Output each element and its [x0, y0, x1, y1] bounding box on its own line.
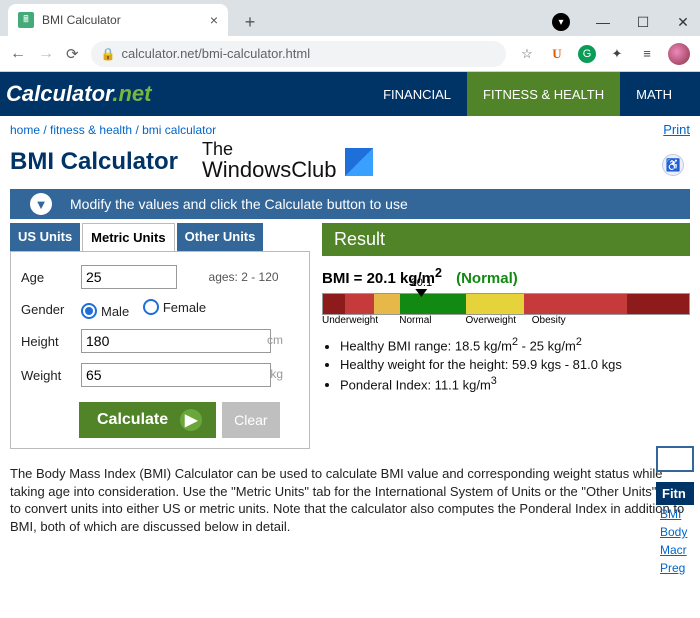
gender-female-radio[interactable]: Female [143, 299, 206, 315]
bullet-healthy-weight: Healthy weight for the height: 59.9 kgs … [340, 357, 690, 372]
result-heading: Result [322, 223, 690, 256]
bookmark-star-icon[interactable]: ☆ [518, 45, 536, 63]
weight-unit: kg [270, 367, 283, 381]
crumb-fitness[interactable]: fitness & health [50, 123, 132, 137]
extensions-icon[interactable]: ✦ [608, 45, 626, 63]
age-hint: ages: 2 - 120 [207, 260, 301, 294]
windowsclub-square-icon [345, 148, 373, 176]
result-column: Result BMI = 20.1 kg/m2 (Normal) 20.1 Un… [322, 223, 690, 449]
url-text: calculator.net/bmi-calculator.html [122, 46, 311, 61]
ext-grammarly-icon[interactable]: G [578, 45, 596, 63]
breadcrumb: home / fitness & health / bmi calculator [10, 123, 216, 137]
weight-input[interactable] [81, 363, 271, 387]
form-box: Age ages: 2 - 120 Gender Male Female Hei… [10, 251, 310, 449]
page-title: BMI Calculator [10, 148, 178, 176]
main-nav: FINANCIAL FITNESS & HEALTH MATH [367, 72, 688, 116]
rail-box[interactable] [656, 446, 694, 472]
crumb-bmi[interactable]: bmi calculator [142, 123, 216, 137]
url-field[interactable]: 🔒 calculator.net/bmi-calculator.html [91, 41, 506, 67]
tab-us-units[interactable]: US Units [10, 223, 80, 251]
bmi-readout: BMI = 20.1 kg/m2 (Normal) [322, 266, 690, 287]
weight-label: Weight [19, 358, 79, 392]
calculate-button[interactable]: Calculate ▶ [79, 402, 216, 438]
profile-avatar[interactable] [668, 43, 690, 65]
nav-math[interactable]: MATH [620, 72, 688, 116]
rail-link-bmi[interactable]: BMI [656, 505, 694, 523]
age-label: Age [19, 260, 79, 294]
instruction-bar: ▼ Modify the values and click the Calcul… [10, 189, 690, 219]
close-window-icon[interactable]: ✕ [676, 15, 690, 29]
overlay-watermark: The WindowsClub [202, 141, 373, 183]
clear-button[interactable]: Clear [222, 402, 279, 438]
play-icon: ▶ [180, 409, 202, 431]
close-tab-icon[interactable]: × [210, 12, 218, 28]
back-button[interactable]: ← [10, 45, 26, 63]
nav-financial[interactable]: FINANCIAL [367, 72, 467, 116]
minimize-icon[interactable]: — [596, 15, 610, 29]
tab-title: BMI Calculator [42, 13, 202, 27]
gauge-label-underweight: Underweight [322, 315, 399, 326]
right-rail: Fitn BMI Body Macr Preg [656, 446, 694, 577]
nav-fitness-health[interactable]: FITNESS & HEALTH [467, 72, 620, 116]
tab-favicon: 🖩 [18, 12, 34, 28]
height-input[interactable] [81, 329, 271, 353]
bmi-pointer: 20.1 [411, 277, 432, 297]
bmi-gauge: 20.1 Underweight Normal Overweight Obesi… [322, 293, 690, 326]
reload-button[interactable]: ⟳ [66, 45, 79, 63]
rail-link-macro[interactable]: Macr [656, 541, 694, 559]
breadcrumb-row: home / fitness & health / bmi calculator… [0, 116, 700, 139]
site-header: Calculator.net FINANCIAL FITNESS & HEALT… [0, 72, 700, 116]
gender-male-radio[interactable]: Male [81, 303, 129, 319]
ext-ublock-icon[interactable]: U [548, 45, 566, 63]
browser-tab[interactable]: 🖩 BMI Calculator × [8, 4, 228, 36]
forward-button[interactable]: → [38, 45, 54, 63]
heading-row: BMI Calculator The WindowsClub [0, 139, 700, 189]
gauge-label-normal: Normal [399, 315, 465, 326]
input-column: US Units Metric Units Other Units Age ag… [10, 223, 310, 449]
address-bar: ← → ⟳ 🔒 calculator.net/bmi-calculator.ht… [0, 36, 700, 72]
instruction-text: Modify the values and click the Calculat… [70, 196, 408, 212]
tab-metric-units[interactable]: Metric Units [82, 223, 174, 251]
rail-link-body[interactable]: Body [656, 523, 694, 541]
lock-icon: 🔒 [101, 47, 116, 61]
bmi-category: (Normal) [456, 270, 518, 287]
gauge-label-obesity: Obesity [532, 315, 566, 326]
tab-strip: 🖩 BMI Calculator × + ▾ — ☐ ✕ [0, 0, 700, 36]
age-input[interactable] [81, 265, 177, 289]
window-controls: ▾ — ☐ ✕ [542, 8, 700, 36]
height-unit: cm [267, 333, 283, 347]
browser-chrome: 🖩 BMI Calculator × + ▾ — ☐ ✕ ← → ⟳ 🔒 cal… [0, 0, 700, 72]
accessibility-badge-icon[interactable]: ♿ [662, 154, 684, 176]
new-tab-button[interactable]: + [236, 8, 264, 36]
maximize-icon[interactable]: ☐ [636, 15, 650, 29]
gender-label: Gender [19, 294, 79, 324]
bullet-healthy-range: Healthy BMI range: 18.5 kg/m2 - 25 kg/m2 [340, 336, 690, 353]
unit-tabs: US Units Metric Units Other Units [10, 223, 310, 251]
reading-list-icon[interactable]: ≡ [638, 45, 656, 63]
profile-dot-icon[interactable]: ▾ [552, 13, 570, 31]
gauge-label-overweight: Overweight [466, 315, 532, 326]
site-logo[interactable]: Calculator.net [6, 81, 152, 107]
description-text: The Body Mass Index (BMI) Calculator can… [0, 459, 700, 541]
crumb-home[interactable]: home [10, 123, 40, 137]
print-link[interactable]: Print [663, 122, 690, 137]
tab-other-units[interactable]: Other Units [177, 223, 264, 251]
chevron-down-icon[interactable]: ▼ [30, 193, 52, 215]
bullet-ponderal: Ponderal Index: 11.1 kg/m3 [340, 375, 690, 392]
rail-link-preg[interactable]: Preg [656, 559, 694, 577]
height-label: Height [19, 324, 79, 358]
rail-heading: Fitn [656, 482, 694, 505]
result-bullets: Healthy BMI range: 18.5 kg/m2 - 25 kg/m2… [340, 336, 690, 392]
